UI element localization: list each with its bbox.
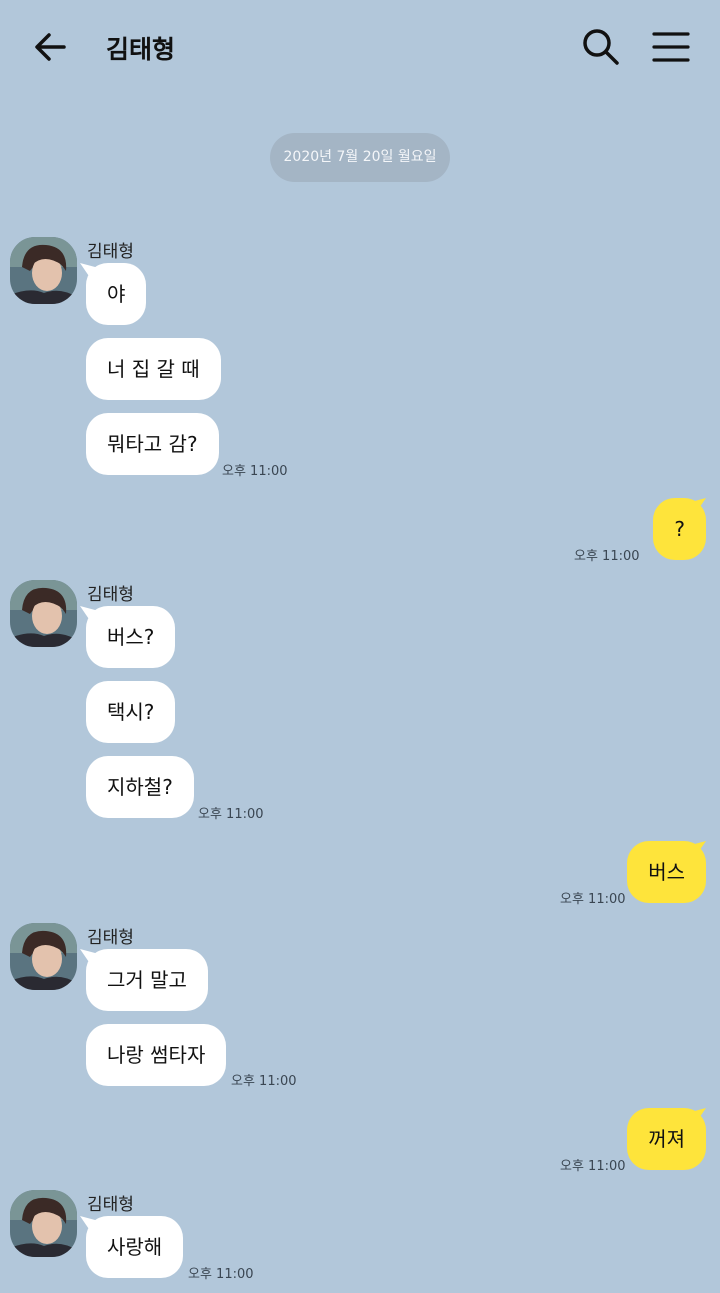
message-timestamp: 오후 11:00: [222, 464, 288, 479]
avatar[interactable]: [10, 923, 77, 990]
message-timestamp: 오후 11:00: [231, 1074, 297, 1089]
incoming-message-bubble[interactable]: 지하철?: [86, 756, 194, 818]
date-divider: 2020년 7월 20일 월요일: [270, 133, 450, 182]
hamburger-menu-icon: [652, 32, 690, 62]
search-icon: [583, 29, 619, 65]
profile-photo: [10, 237, 77, 304]
profile-photo: [10, 580, 77, 647]
back-button[interactable]: [30, 27, 70, 67]
sender-name: 김태형: [87, 928, 134, 948]
incoming-message-bubble[interactable]: 뭐타고 감?: [86, 413, 219, 475]
profile-photo: [10, 923, 77, 990]
message-timestamp: 오후 11:00: [560, 1159, 626, 1174]
top-bar: 김태형: [0, 0, 720, 94]
message-timestamp: 오후 11:00: [188, 1267, 254, 1282]
sender-name: 김태형: [87, 585, 134, 605]
message-timestamp: 오후 11:00: [574, 549, 640, 564]
incoming-message-bubble[interactable]: 택시?: [86, 681, 176, 743]
arrow-left-icon: [35, 33, 66, 61]
profile-photo: [10, 1190, 77, 1257]
incoming-message-bubble[interactable]: 버스?: [86, 606, 176, 668]
incoming-message-bubble[interactable]: 사랑해: [86, 1216, 184, 1278]
incoming-message-bubble[interactable]: 야: [86, 263, 147, 325]
search-button[interactable]: [580, 26, 622, 68]
message-timestamp: 오후 11:00: [198, 807, 264, 822]
outgoing-message-bubble[interactable]: 버스: [627, 841, 706, 903]
sender-name: 김태형: [87, 242, 134, 262]
avatar[interactable]: [10, 1190, 77, 1257]
menu-button[interactable]: [650, 28, 692, 66]
incoming-message-bubble[interactable]: 너 집 갈 때: [86, 338, 221, 400]
incoming-message-bubble[interactable]: 그거 말고: [86, 949, 208, 1011]
incoming-message-bubble[interactable]: 나랑 썸타자: [86, 1024, 227, 1086]
sender-name: 김태형: [87, 1195, 134, 1215]
outgoing-message-bubble[interactable]: 꺼져: [627, 1108, 706, 1170]
outgoing-message-bubble[interactable]: ?: [653, 498, 706, 560]
message-timestamp: 오후 11:00: [560, 892, 626, 907]
avatar[interactable]: [10, 580, 77, 647]
chat-title: 김태형: [106, 35, 176, 64]
avatar[interactable]: [10, 237, 77, 304]
